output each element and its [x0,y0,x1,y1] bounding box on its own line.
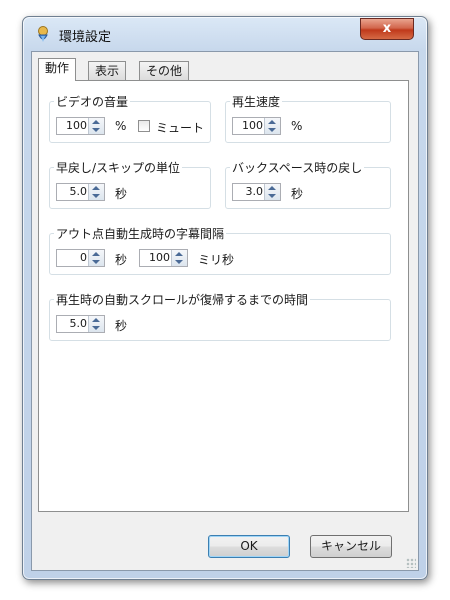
group-rewind-skip-unit: 早戻し/スキップの単位 5.0 秒 [49,159,211,209]
video-volume-spinner[interactable]: 100 [56,117,105,135]
group-title-auto-scroll: 再生時の自動スクロールが復帰するまでの時間 [54,291,311,308]
tab-behavior[interactable]: 動作 [38,58,77,81]
settings-window: 環境設定 x 動作 表示 その他 ビデオの音量 100 % ミュート 再生速度 [22,16,428,580]
close-icon: x [382,21,392,36]
out-point-seconds-unit: 秒 [115,253,128,267]
spinner-arrows-icon[interactable] [88,118,104,134]
group-auto-scroll-resume: 再生時の自動スクロールが復帰するまでの時間 5.0 秒 [49,291,391,341]
out-point-seconds-value: 0 [80,251,87,264]
ok-button[interactable]: OK [208,535,290,558]
spinner-arrows-icon[interactable] [88,316,104,332]
group-title-backspace-rewind: バックスペース時の戻し [230,159,365,176]
resize-grip-icon[interactable] [406,558,416,568]
group-title-video-volume: ビデオの音量 [54,93,131,110]
video-volume-value: 100 [66,119,87,132]
group-title-rewind-skip: 早戻し/スキップの単位 [54,159,183,176]
window-title: 環境設定 [59,30,112,45]
playback-speed-value: 100 [242,119,263,132]
out-point-ms-value: 100 [149,251,170,264]
settings-app-icon [38,26,48,42]
group-backspace-rewind: バックスペース時の戻し 3.0 秒 [225,159,391,209]
spinner-arrows-icon[interactable] [88,250,104,266]
tab-panel-behavior: ビデオの音量 100 % ミュート 再生速度 100 % 早戻し/スキップの単位… [38,80,409,512]
auto-scroll-unit: 秒 [115,319,128,333]
rewind-skip-value: 5.0 [69,185,88,198]
spinner-arrows-icon[interactable] [171,250,187,266]
group-playback-speed: 再生速度 100 % [225,93,391,143]
mute-label: ミュート [156,121,205,135]
rewind-skip-unit: 秒 [115,187,128,201]
close-button[interactable]: x [360,18,414,40]
cancel-button[interactable]: キャンセル [310,535,392,558]
video-volume-unit: % [115,119,127,133]
out-point-ms-unit: ミリ秒 [198,253,235,267]
group-video-volume: ビデオの音量 100 % ミュート [49,93,211,143]
playback-speed-unit: % [291,119,303,133]
auto-scroll-value: 5.0 [69,317,88,330]
group-title-out-point-gap: アウト点自動生成時の字幕間隔 [54,225,227,242]
group-out-point-gap: アウト点自動生成時の字幕間隔 0 秒 100 ミリ秒 [49,225,391,275]
auto-scroll-spinner[interactable]: 5.0 [56,315,105,333]
mute-checkbox[interactable] [138,120,150,132]
spinner-arrows-icon[interactable] [264,184,280,200]
dialog-client-area: 動作 表示 その他 ビデオの音量 100 % ミュート 再生速度 100 % 早… [31,51,419,571]
backspace-rewind-value: 3.0 [245,185,264,198]
spinner-arrows-icon[interactable] [88,184,104,200]
spinner-arrows-icon[interactable] [264,118,280,134]
tab-display[interactable]: 表示 [88,61,127,80]
rewind-skip-spinner[interactable]: 5.0 [56,183,105,201]
backspace-rewind-spinner[interactable]: 3.0 [232,183,281,201]
backspace-rewind-unit: 秒 [291,187,304,201]
out-point-seconds-spinner[interactable]: 0 [56,249,105,267]
out-point-ms-spinner[interactable]: 100 [139,249,188,267]
tab-other[interactable]: その他 [139,61,190,80]
playback-speed-spinner[interactable]: 100 [232,117,281,135]
group-title-playback-speed: 再生速度 [230,93,283,110]
